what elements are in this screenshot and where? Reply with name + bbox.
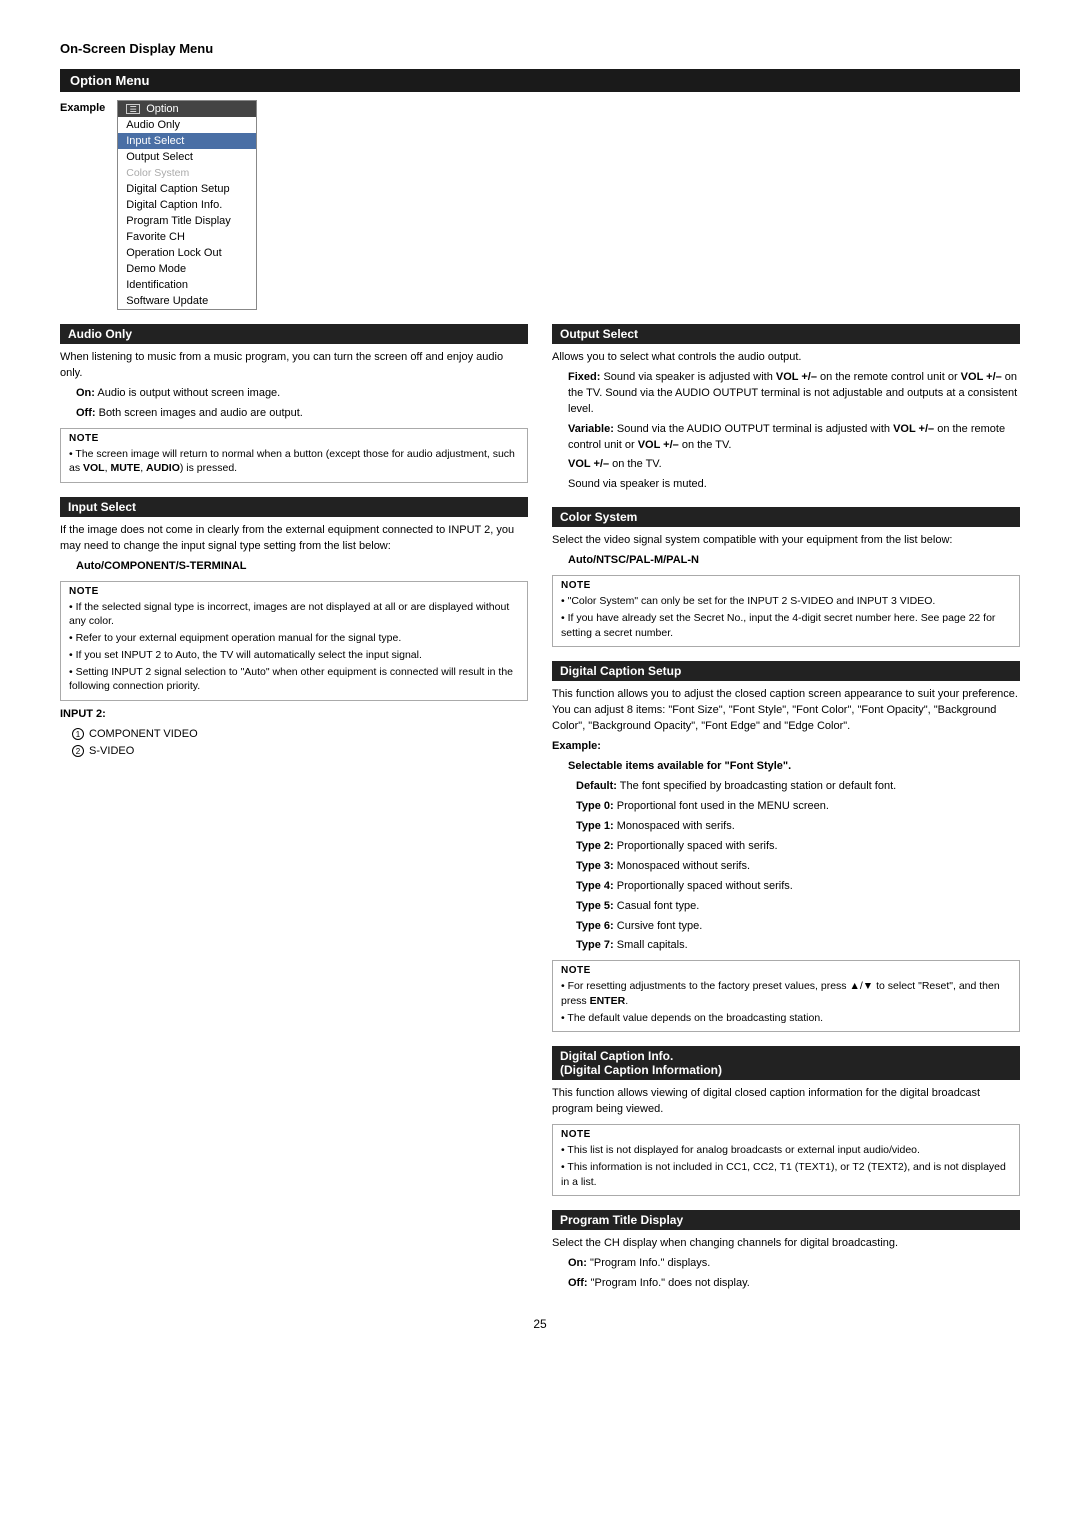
page-number: 25 — [60, 1316, 1020, 1333]
program-title-off: Off: "Program Info." does not display. — [568, 1276, 1020, 1292]
type0: Type 0: Proportional font used in the ME… — [576, 799, 1020, 815]
type3: Type 3: Monospaced without serifs. — [576, 859, 1020, 875]
audio-only-off: Off: Both screen images and audio are ou… — [76, 406, 528, 422]
note-title-dcs: NOTE — [561, 965, 1011, 976]
section-digital-caption-info: Digital Caption Info. (Digital Caption I… — [552, 1046, 1020, 1196]
type7: Type 7: Small capitals. — [576, 938, 1020, 954]
menu-item-favorite-ch[interactable]: Favorite CH — [118, 229, 256, 245]
menu-header: ☰ Option — [118, 101, 256, 117]
input2-item-1: 1 COMPONENT VIDEO — [72, 727, 528, 742]
option-menu-title: Option Menu — [60, 69, 1020, 92]
digital-caption-setup-note: NOTE • For resetting adjustments to the … — [552, 960, 1020, 1032]
program-title-display-header: Program Title Display — [552, 1210, 1020, 1230]
right-column: Output Select Allows you to select what … — [552, 324, 1020, 1306]
menu-item-digital-caption-setup[interactable]: Digital Caption Setup — [118, 181, 256, 197]
section-program-title-display: Program Title Display Select the CH disp… — [552, 1210, 1020, 1292]
digital-caption-info-body: This function allows viewing of digital … — [552, 1086, 1020, 1118]
type2: Type 2: Proportionally spaced with serif… — [576, 839, 1020, 855]
audio-only-body: When listening to music from a music pro… — [60, 350, 528, 382]
audio-only-on: On: Audio is output without screen image… — [76, 386, 528, 402]
color-system-note: NOTE • "Color System" can only be set fo… — [552, 575, 1020, 647]
output-variable: Variable: Sound via the AUDIO OUTPUT ter… — [568, 422, 1020, 454]
color-system-body: Select the video signal system compatibl… — [552, 533, 1020, 549]
example-label: Example — [60, 102, 105, 114]
input2-label: INPUT 2: — [60, 707, 528, 723]
output-select-body: Allows you to select what controls the a… — [552, 350, 1020, 366]
dci-note-p1: • This list is not displayed for analog … — [561, 1143, 1011, 1158]
menu-item-identification[interactable]: Identification — [118, 277, 256, 293]
input-select-note-p2: • Refer to your external equipment opera… — [69, 631, 519, 646]
section-input-select: Input Select If the image does not come … — [60, 497, 528, 760]
note-title-audio-only: NOTE — [69, 433, 519, 444]
output-vol: VOL +/– on the TV. — [568, 457, 1020, 473]
main-content: Audio Only When listening to music from … — [60, 324, 1020, 1306]
menu-item-operation-lock-out[interactable]: Operation Lock Out — [118, 245, 256, 261]
menu-item-input-select[interactable]: Input Select — [118, 133, 256, 149]
digital-caption-setup-body: This function allows you to adjust the c… — [552, 687, 1020, 735]
input-select-note-p1: • If the selected signal type is incorre… — [69, 600, 519, 629]
dcs-note-p2: • The default value depends on the broad… — [561, 1011, 1011, 1026]
type5: Type 5: Casual font type. — [576, 899, 1020, 915]
program-title-display-body: Select the CH display when changing chan… — [552, 1236, 1020, 1252]
type6: Type 6: Cursive font type. — [576, 919, 1020, 935]
color-system-header: Color System — [552, 507, 1020, 527]
menu-item-digital-caption-info[interactable]: Digital Caption Info. — [118, 197, 256, 213]
menu-item-output-select[interactable]: Output Select — [118, 149, 256, 165]
section-color-system: Color System Select the video signal sys… — [552, 507, 1020, 647]
input-select-note-p3: • If you set INPUT 2 to Auto, the TV wil… — [69, 648, 519, 663]
digital-caption-info-header: Digital Caption Info. (Digital Caption I… — [552, 1046, 1020, 1080]
dcs-note-p1: • For resetting adjustments to the facto… — [561, 979, 1011, 1008]
output-select-header: Output Select — [552, 324, 1020, 344]
program-title-on: On: "Program Info." displays. — [568, 1256, 1020, 1272]
output-fixed: Fixed: Sound via speaker is adjusted wit… — [568, 370, 1020, 418]
color-system-auto: Auto/NTSC/PAL-M/PAL-N — [568, 553, 1020, 569]
page-section-title: On-Screen Display Menu — [60, 40, 1020, 59]
audio-only-header: Audio Only — [60, 324, 528, 344]
menu-box: ☰ Option Audio Only Input Select Output … — [117, 100, 257, 310]
menu-item-software-update[interactable]: Software Update — [118, 293, 256, 309]
section-output-select: Output Select Allows you to select what … — [552, 324, 1020, 494]
left-column: Audio Only When listening to music from … — [60, 324, 528, 1306]
digital-caption-setup-example: Example: — [552, 739, 1020, 755]
input-select-body: If the image does not come in clearly fr… — [60, 523, 528, 555]
note-title-color-system: NOTE — [561, 580, 1011, 591]
input-select-note: NOTE • If the selected signal type is in… — [60, 581, 528, 701]
output-mute: Sound via speaker is muted. — [568, 477, 1020, 493]
input-select-header: Input Select — [60, 497, 528, 517]
menu-item-audio-only[interactable]: Audio Only — [118, 117, 256, 133]
type1: Type 1: Monospaced with serifs. — [576, 819, 1020, 835]
section-digital-caption-setup: Digital Caption Setup This function allo… — [552, 661, 1020, 1032]
section-audio-only: Audio Only When listening to music from … — [60, 324, 528, 483]
note-title-dci: NOTE — [561, 1129, 1011, 1140]
option-menu-example: Example ☰ Option Audio Only Input Select… — [60, 100, 1020, 310]
digital-caption-info-note: NOTE • This list is not displayed for an… — [552, 1124, 1020, 1196]
option-icon: ☰ — [126, 104, 140, 114]
input-select-auto: Auto/COMPONENT/S-TERMINAL — [76, 559, 528, 575]
digital-caption-selectable: Selectable items available for "Font Sty… — [568, 759, 1020, 775]
input2-item-2: 2 S-VIDEO — [72, 744, 528, 759]
color-system-note-p1: • "Color System" can only be set for the… — [561, 594, 1011, 609]
menu-item-color-system[interactable]: Color System — [118, 165, 256, 181]
color-system-note-p2: • If you have already set the Secret No.… — [561, 611, 1011, 640]
audio-only-note-p1: • The screen image will return to normal… — [69, 447, 519, 476]
dci-note-p2: • This information is not included in CC… — [561, 1160, 1011, 1189]
menu-item-demo-mode[interactable]: Demo Mode — [118, 261, 256, 277]
menu-item-program-title-display[interactable]: Program Title Display — [118, 213, 256, 229]
audio-only-note: NOTE • The screen image will return to n… — [60, 428, 528, 483]
type4: Type 4: Proportionally spaced without se… — [576, 879, 1020, 895]
digital-caption-setup-header: Digital Caption Setup — [552, 661, 1020, 681]
input2-list: 1 COMPONENT VIDEO 2 S-VIDEO — [72, 727, 528, 760]
input-select-note-p4: • Setting INPUT 2 signal selection to "A… — [69, 665, 519, 694]
note-title-input-select: NOTE — [69, 586, 519, 597]
digital-caption-default: Default: The font specified by broadcast… — [576, 779, 1020, 795]
